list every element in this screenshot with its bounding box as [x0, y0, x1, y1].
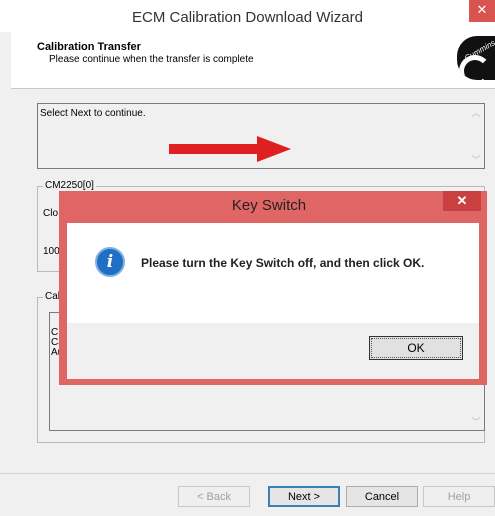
logo-c-shape — [459, 55, 491, 80]
annotation-arrow-icon — [169, 136, 291, 162]
info-icon: i — [95, 247, 125, 277]
ecm-line-2: 100 — [43, 246, 60, 257]
title-bar: ECM Calibration Download Wizard ✕ — [0, 0, 495, 32]
button-divider — [0, 473, 495, 474]
cummins-logo-icon: Cummins — [457, 36, 495, 80]
scroll-up-icon[interactable]: ︿ — [468, 106, 484, 119]
window-close-button[interactable]: ✕ — [469, 0, 495, 22]
ok-button[interactable]: OK — [369, 336, 463, 360]
cancel-button[interactable]: Cancel — [346, 486, 418, 507]
dialog-title: Key Switch — [231, 197, 307, 214]
dialog-message: Please turn the Key Switch off, and then… — [141, 256, 425, 270]
header-title: Calibration Transfer — [37, 41, 141, 53]
header-subtitle: Please continue when the transfer is com… — [49, 54, 254, 65]
arrow-shape — [169, 136, 291, 162]
key-switch-dialog: Key Switch ✕ i Please turn the Key Switc… — [59, 191, 487, 385]
status-text: Select Next to continue. — [40, 108, 146, 119]
log-scroll-down-icon[interactable]: ﹀ — [468, 415, 484, 428]
help-button[interactable]: Help — [423, 486, 495, 507]
window-title: ECM Calibration Download Wizard — [132, 9, 363, 26]
dialog-close-button[interactable]: ✕ — [443, 191, 481, 211]
ok-button-label: OK — [371, 338, 461, 358]
ecm-line-1: Clo — [43, 208, 59, 219]
dialog-footer: OK — [67, 323, 479, 379]
back-button[interactable]: < Back — [178, 486, 250, 507]
next-button[interactable]: Next > — [268, 486, 340, 507]
wizard-header: Calibration Transfer Please continue whe… — [11, 32, 495, 89]
status-scrollbar[interactable]: ︿ ﹀ — [468, 104, 484, 168]
ecm-group-label: CM2250[0] — [43, 180, 96, 191]
scroll-down-icon[interactable]: ﹀ — [468, 153, 484, 166]
dialog-body: i Please turn the Key Switch off, and th… — [67, 223, 479, 379]
